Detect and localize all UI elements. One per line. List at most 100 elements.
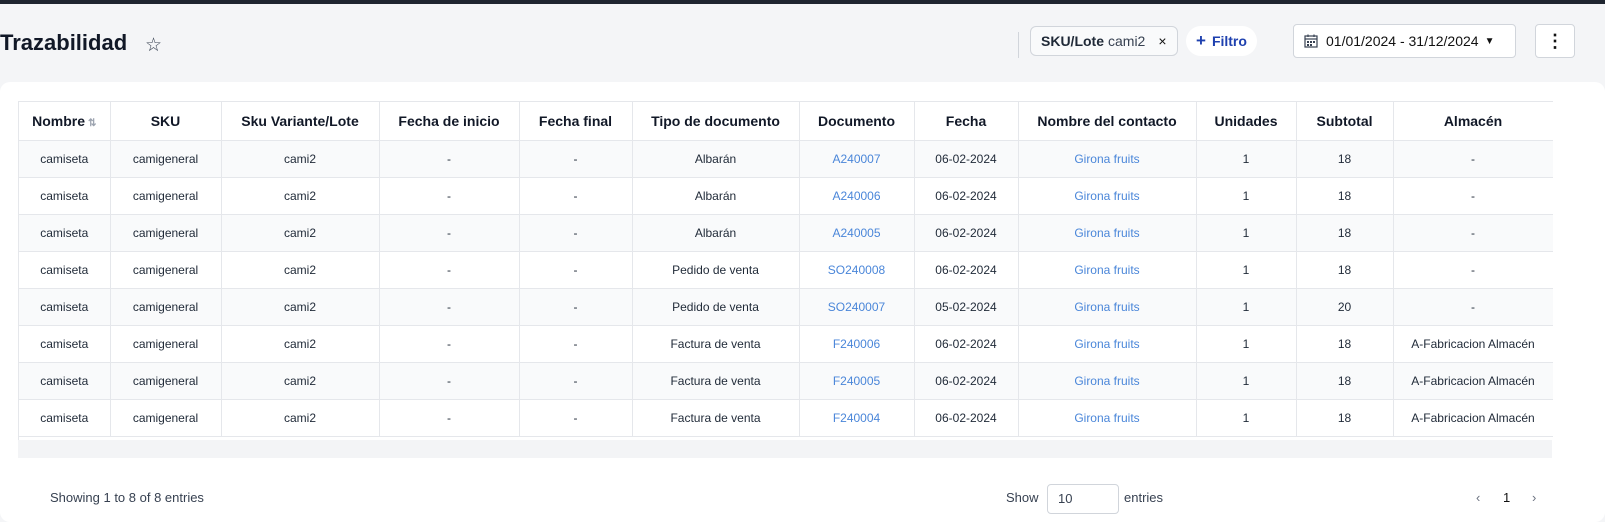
cell-contacto[interactable]: Girona fruits — [1018, 140, 1197, 178]
cell-fecha-inicio: - — [379, 288, 520, 326]
cell-unidades: 1 — [1196, 140, 1297, 178]
cell-sku-variante: cami2 — [221, 140, 380, 178]
cell-sku: camigeneral — [110, 399, 222, 437]
cell-nombre: camiseta — [19, 251, 111, 289]
col-unidades-header[interactable]: Unidades — [1196, 102, 1297, 141]
cell-unidades: 1 — [1196, 399, 1297, 437]
cell-contacto[interactable]: Girona fruits — [1018, 214, 1197, 252]
cell-unidades: 1 — [1196, 288, 1297, 326]
close-icon[interactable]: × — [1158, 33, 1166, 49]
cell-fecha-inicio: - — [379, 325, 520, 363]
cell-subtotal: 18 — [1296, 325, 1394, 363]
cell-fecha: 06-02-2024 — [914, 177, 1019, 215]
table-row[interactable]: camiseta camigeneral cami2- - Factura de ven… — [19, 325, 1553, 363]
cell-fecha-final: - — [519, 399, 633, 437]
col-documento-header[interactable]: Documento — [799, 102, 915, 141]
filter-chip-value: cami2 — [1108, 33, 1146, 49]
cell-documento[interactable]: SO240007 — [799, 288, 915, 326]
cell-subtotal: 18 — [1296, 251, 1394, 289]
cell-tipo-documento: Pedido de venta — [632, 251, 800, 289]
cell-documento[interactable]: F240004 — [799, 399, 915, 437]
col-fecha-final-header[interactable]: Fecha final — [519, 102, 633, 141]
cell-sku-variante: cami2 — [221, 214, 380, 252]
cell-documento[interactable]: F240005 — [799, 362, 915, 400]
add-filter-button[interactable]: + Filtro — [1186, 26, 1257, 56]
cell-contacto[interactable]: Girona fruits — [1018, 399, 1197, 437]
col-contacto-header[interactable]: Nombre del contacto — [1018, 102, 1197, 141]
page-title: Trazabilidad — [0, 30, 128, 55]
col-fecha-header[interactable]: Fecha — [914, 102, 1019, 141]
cell-contacto[interactable]: Girona fruits — [1018, 288, 1197, 326]
col-fecha-inicio-header[interactable]: Fecha de inicio — [379, 102, 520, 141]
show-label: Show — [1006, 490, 1039, 505]
cell-documento[interactable]: F240006 — [799, 325, 915, 363]
cell-documento[interactable]: SO240008 — [799, 251, 915, 289]
table-row[interactable]: camiseta camigeneral cami2- - Factura de ven… — [19, 399, 1553, 437]
cell-fecha: 06-02-2024 — [914, 399, 1019, 437]
table-row[interactable]: camiseta camigeneral cami2- - Factura de ven… — [19, 362, 1553, 400]
more-options-button[interactable]: ⋮ — [1535, 24, 1575, 58]
traceability-table-container[interactable]: Nombre ⇅ SKU Sku Variante/Lote Fecha de i… — [18, 101, 1553, 440]
next-page-icon[interactable]: › — [1532, 490, 1536, 505]
cell-unidades: 1 — [1196, 251, 1297, 289]
cell-fecha-final: - — [519, 251, 633, 289]
cell-tipo-documento: Pedido de venta — [632, 288, 800, 326]
cell-sku: camigeneral — [110, 177, 222, 215]
cell-fecha: 06-02-2024 — [914, 362, 1019, 400]
cell-tipo-documento: Factura de venta — [632, 325, 800, 363]
date-range-picker[interactable]: 01/01/2024 - 31/12/2024 ▼ — [1293, 24, 1516, 58]
cell-fecha: 06-02-2024 — [914, 214, 1019, 252]
page-number[interactable]: 1 — [1503, 490, 1510, 505]
cell-fecha-inicio: - — [379, 214, 520, 252]
cell-sku: camigeneral — [110, 214, 222, 252]
cell-documento[interactable]: A240006 — [799, 177, 915, 215]
table-row[interactable]: camiseta camigeneral cami2- - Albarán A240005… — [19, 214, 1553, 252]
cell-fecha-final: - — [519, 325, 633, 363]
cell-contacto[interactable]: Girona fruits — [1018, 177, 1197, 215]
cell-sku: camigeneral — [110, 288, 222, 326]
filter-chip-sku-lote[interactable]: SKU/Lote cami2 × — [1030, 26, 1178, 56]
cell-fecha-final: - — [519, 362, 633, 400]
cell-unidades: 1 — [1196, 325, 1297, 363]
table-row[interactable]: camiseta camigeneral cami2- - Pedido de vent… — [19, 288, 1553, 326]
page-size-select[interactable]: 10 — [1047, 484, 1119, 514]
star-icon[interactable]: ☆ — [145, 34, 162, 57]
cell-subtotal: 18 — [1296, 140, 1394, 178]
prev-page-icon[interactable]: ‹ — [1476, 490, 1480, 505]
cell-sku-variante: cami2 — [221, 399, 380, 437]
cell-sku-variante: cami2 — [221, 251, 380, 289]
cell-sku: camigeneral — [110, 251, 222, 289]
col-sku-header[interactable]: SKU — [110, 102, 222, 141]
cell-nombre: camiseta — [19, 177, 111, 215]
cell-contacto[interactable]: Girona fruits — [1018, 362, 1197, 400]
cell-subtotal: 20 — [1296, 288, 1394, 326]
table-body: camiseta camigeneral cami2- - Albarán A240007… — [19, 140, 1553, 437]
cell-tipo-documento: Factura de venta — [632, 399, 800, 437]
table-row[interactable]: camiseta camigeneral cami2- - Albarán A240007… — [19, 140, 1553, 178]
entries-summary: Showing 1 to 8 of 8 entries — [50, 490, 204, 505]
cell-unidades: 1 — [1196, 362, 1297, 400]
cell-contacto[interactable]: Girona fruits — [1018, 251, 1197, 289]
cell-almacen: - — [1393, 251, 1553, 289]
col-subtotal-header[interactable]: Subtotal — [1296, 102, 1394, 141]
sort-icon[interactable]: ⇅ — [88, 118, 96, 129]
cell-almacen: - — [1393, 140, 1553, 178]
cell-fecha-final: - — [519, 288, 633, 326]
cell-contacto[interactable]: Girona fruits — [1018, 325, 1197, 363]
cell-nombre: camiseta — [19, 214, 111, 252]
col-sku-variante-header[interactable]: Sku Variante/Lote — [221, 102, 380, 141]
table-row[interactable]: camiseta camigeneral cami2- - Pedido de vent… — [19, 251, 1553, 289]
cell-documento[interactable]: A240005 — [799, 214, 915, 252]
cell-almacen: - — [1393, 288, 1553, 326]
cell-fecha-inicio: - — [379, 251, 520, 289]
cell-tipo-documento: Albarán — [632, 214, 800, 252]
col-tipo-documento-header[interactable]: Tipo de documento — [632, 102, 800, 141]
col-nombre-header[interactable]: Nombre ⇅ — [19, 102, 111, 141]
horizontal-scrollbar[interactable] — [18, 440, 1552, 458]
col-almacen-header[interactable]: Almacén — [1393, 102, 1553, 141]
table-row[interactable]: camiseta camigeneral cami2- - Albarán A240006… — [19, 177, 1553, 215]
entries-label: entries — [1124, 490, 1164, 505]
cell-documento[interactable]: A240007 — [799, 140, 915, 178]
cell-almacen: A-Fabricacion Almacén — [1393, 399, 1553, 437]
cell-subtotal: 18 — [1296, 214, 1394, 252]
